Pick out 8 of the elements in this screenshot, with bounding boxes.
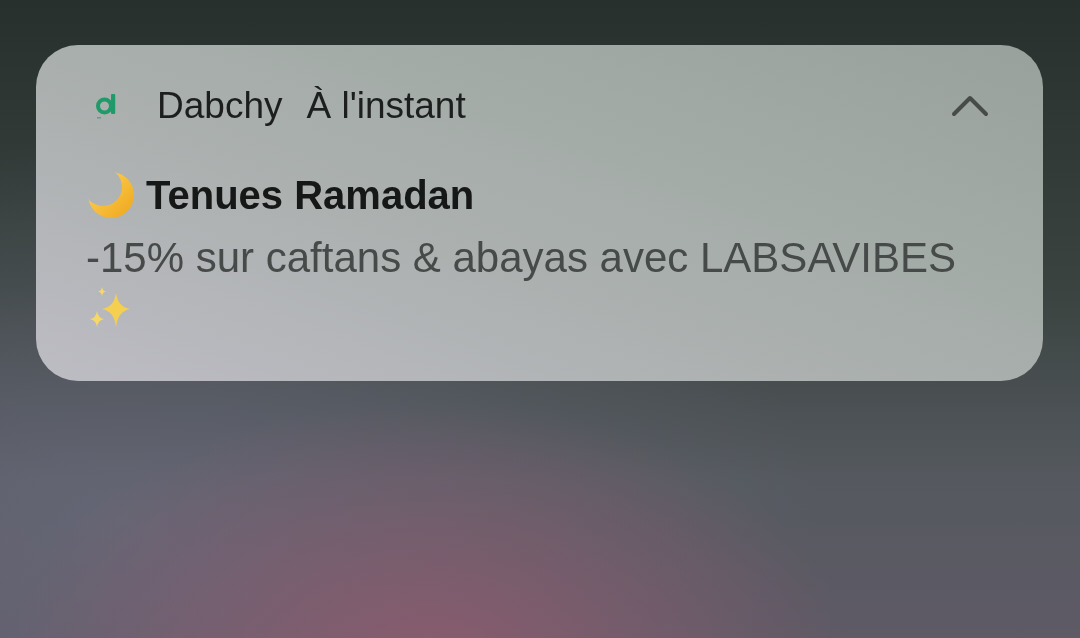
app-logo-icon xyxy=(95,92,118,120)
notification-time: À l'instant xyxy=(306,84,466,128)
notification-card[interactable]: Dabchy À l'instant Tenues Ramadan -15% sur caftans & abayas avec LABSAVIBES xyxy=(36,45,1043,381)
notification-message: -15% sur caftans & abayas avec LABSAVIBES xyxy=(86,233,957,283)
app-name: Dabchy xyxy=(157,84,283,128)
collapse-button[interactable] xyxy=(950,94,990,118)
crescent-moon-icon xyxy=(88,172,134,218)
notification-title: Tenues Ramadan xyxy=(146,172,475,219)
